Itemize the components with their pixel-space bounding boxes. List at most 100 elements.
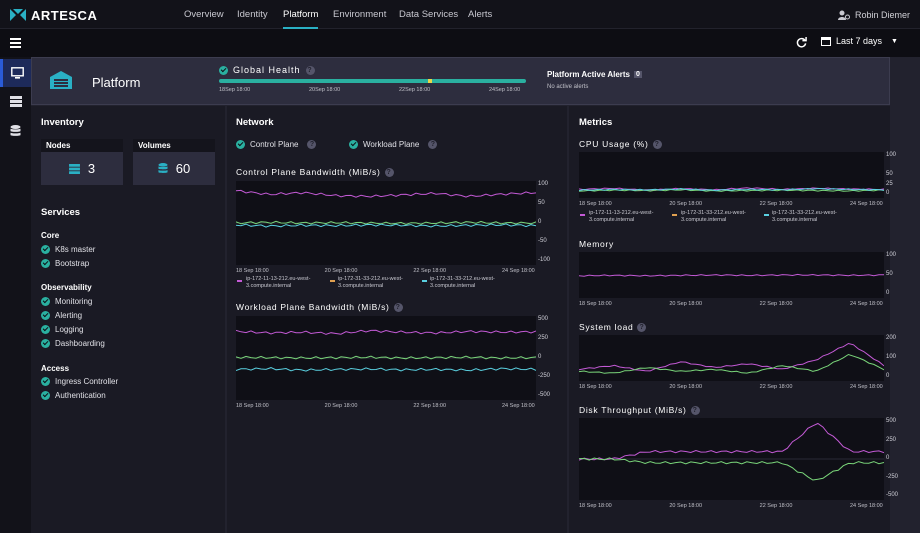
check-circle-icon xyxy=(41,339,50,348)
y-tick-label: 200 xyxy=(886,335,897,341)
health-date-2: 20Sep 18:00 xyxy=(309,87,341,93)
help-icon[interactable]: ? xyxy=(305,65,315,75)
user-menu[interactable]: Robin Diemer xyxy=(837,0,910,29)
global-health-heading: Global Health ? xyxy=(219,65,315,75)
workload-plane-status[interactable]: Workload Plane? xyxy=(349,140,438,149)
platform-icon xyxy=(50,71,72,89)
x-tick-label: 22 Sep 18:00 xyxy=(413,403,447,409)
x-tick-label: 20 Sep 18:00 xyxy=(324,403,358,409)
disk-chart-heading: Disk Throughput (MiB/s)? xyxy=(579,405,700,415)
service-ingress-controller[interactable]: Ingress Controller xyxy=(41,377,118,386)
help-icon[interactable]: ? xyxy=(384,167,394,177)
global-health-bar[interactable] xyxy=(219,79,526,83)
service-monitoring[interactable]: Monitoring xyxy=(41,297,92,306)
x-tick-label: 18 Sep 18:00 xyxy=(579,384,612,390)
app-logo[interactable]: ARTESCA xyxy=(10,7,97,23)
legend-swatch xyxy=(672,214,677,216)
x-tick-label: 18 Sep 18:00 xyxy=(236,268,269,274)
system-load-chart[interactable] xyxy=(579,335,884,381)
health-warning-marker[interactable] xyxy=(428,79,432,83)
x-tick-label: 18 Sep 18:00 xyxy=(579,503,612,509)
x-tick-label: 22 Sep 18:00 xyxy=(759,503,793,509)
x-tick-label: 20 Sep 18:00 xyxy=(669,201,703,207)
health-date-3: 22Sep 18:00 xyxy=(399,87,431,93)
service-alerting[interactable]: Alerting xyxy=(41,311,82,320)
x-tick-label: 24 Sep 18:00 xyxy=(502,268,535,274)
help-icon[interactable]: ? xyxy=(652,139,662,149)
x-tick-label: 24 Sep 18:00 xyxy=(850,301,883,307)
check-circle-icon xyxy=(349,140,358,149)
help-icon[interactable]: ? xyxy=(690,405,700,415)
check-circle-icon xyxy=(41,325,50,334)
nav-link-data-services[interactable]: Data Services xyxy=(399,0,458,29)
y-tick-label: -500 xyxy=(886,492,899,498)
x-tick-label: 20 Sep 18:00 xyxy=(324,268,358,274)
x-tick-label: 20 Sep 18:00 xyxy=(669,384,703,390)
service-authentication[interactable]: Authentication xyxy=(41,391,106,400)
health-date-1: 18Sep 18:00 xyxy=(219,87,251,93)
volumes-card[interactable]: Volumes 60 xyxy=(133,139,215,185)
timerange-select[interactable]: Last 7 days ▼ xyxy=(821,36,898,46)
disk-throughput-chart[interactable] xyxy=(579,418,884,500)
wp-chart-heading: Workload Plane Bandwidth (MiB/s)? xyxy=(236,302,403,312)
legend-entry-1: ip-172-11-13-212.eu-west-3.compute.inter… xyxy=(246,276,311,289)
help-icon[interactable]: ? xyxy=(393,302,403,312)
legend-swatch xyxy=(422,280,427,282)
y-tick-label: 50 xyxy=(538,200,545,206)
x-tick-label: 24 Sep 18:00 xyxy=(502,403,535,409)
y-tick-label: 0 xyxy=(538,219,542,225)
service-k8s-master[interactable]: K8s master xyxy=(41,245,95,254)
cpu-usage-chart[interactable] xyxy=(579,152,884,198)
cp-chart-title: Control Plane Bandwidth (MiB/s) xyxy=(236,167,381,177)
nav-link-identity[interactable]: Identity xyxy=(237,0,268,29)
x-tick-label: 18 Sep 18:00 xyxy=(579,201,612,207)
legend-swatch xyxy=(330,280,335,282)
nav-link-overview[interactable]: Overview xyxy=(184,0,224,29)
control-plane-chart[interactable] xyxy=(236,181,536,265)
check-circle-icon xyxy=(236,140,245,149)
y-tick-label: 0 xyxy=(886,190,890,196)
x-tick-label: 18 Sep 18:00 xyxy=(579,301,612,307)
sidebar-item-platform[interactable] xyxy=(0,59,31,87)
service-dashboarding[interactable]: Dashboarding xyxy=(41,339,105,348)
user-icon xyxy=(837,10,850,20)
hamburger-menu-icon[interactable] xyxy=(10,38,21,48)
logo-icon xyxy=(10,9,26,21)
y-tick-label: 0 xyxy=(886,373,890,379)
help-icon[interactable]: ? xyxy=(428,140,438,149)
y-tick-label: -100 xyxy=(538,257,551,263)
nav-link-platform[interactable]: Platform xyxy=(283,0,319,29)
x-tick-label: 24 Sep 18:00 xyxy=(850,503,883,509)
service-bootstrap[interactable]: Bootstrap xyxy=(41,259,89,268)
nav-link-environment[interactable]: Environment xyxy=(333,0,386,29)
y-tick-label: -50 xyxy=(538,238,547,244)
cp-chart-heading: Control Plane Bandwidth (MiB/s)? xyxy=(236,167,394,177)
health-date-4: 24Sep 18:00 xyxy=(489,87,521,93)
service-label: Logging xyxy=(55,325,84,334)
sidebar-item-volumes[interactable] xyxy=(0,117,31,145)
chart-series-line xyxy=(579,342,884,372)
y-tick-label: 100 xyxy=(538,181,549,187)
database-icon xyxy=(10,125,21,136)
workload-plane-chart[interactable] xyxy=(236,316,536,400)
nav-link-alerts[interactable]: Alerts xyxy=(468,0,492,29)
legend-entry-3: ip-172-31-33-212.eu-west-3.compute.inter… xyxy=(430,276,495,289)
x-tick-label: 22 Sep 18:00 xyxy=(759,384,793,390)
service-label: Ingress Controller xyxy=(55,377,119,386)
nodes-count: 3 xyxy=(87,161,96,176)
control-plane-status[interactable]: Control Plane? xyxy=(236,140,317,149)
sidebar-item-nodes[interactable] xyxy=(0,87,31,115)
alerts-status-text: No active alerts xyxy=(547,84,589,90)
sidebar xyxy=(0,57,31,533)
refresh-icon[interactable] xyxy=(796,37,807,48)
nodes-card[interactable]: Nodes 3 xyxy=(41,139,123,185)
help-icon[interactable]: ? xyxy=(637,322,647,332)
service-group-access: Access xyxy=(41,364,70,373)
help-icon[interactable]: ? xyxy=(307,140,317,149)
service-logging[interactable]: Logging xyxy=(41,325,83,334)
chevron-down-icon: ▼ xyxy=(891,37,898,45)
service-label: Dashboarding xyxy=(55,339,105,348)
global-health-label: Global Health xyxy=(233,65,301,75)
y-tick-label: 50 xyxy=(886,271,893,277)
memory-chart[interactable] xyxy=(579,252,884,298)
